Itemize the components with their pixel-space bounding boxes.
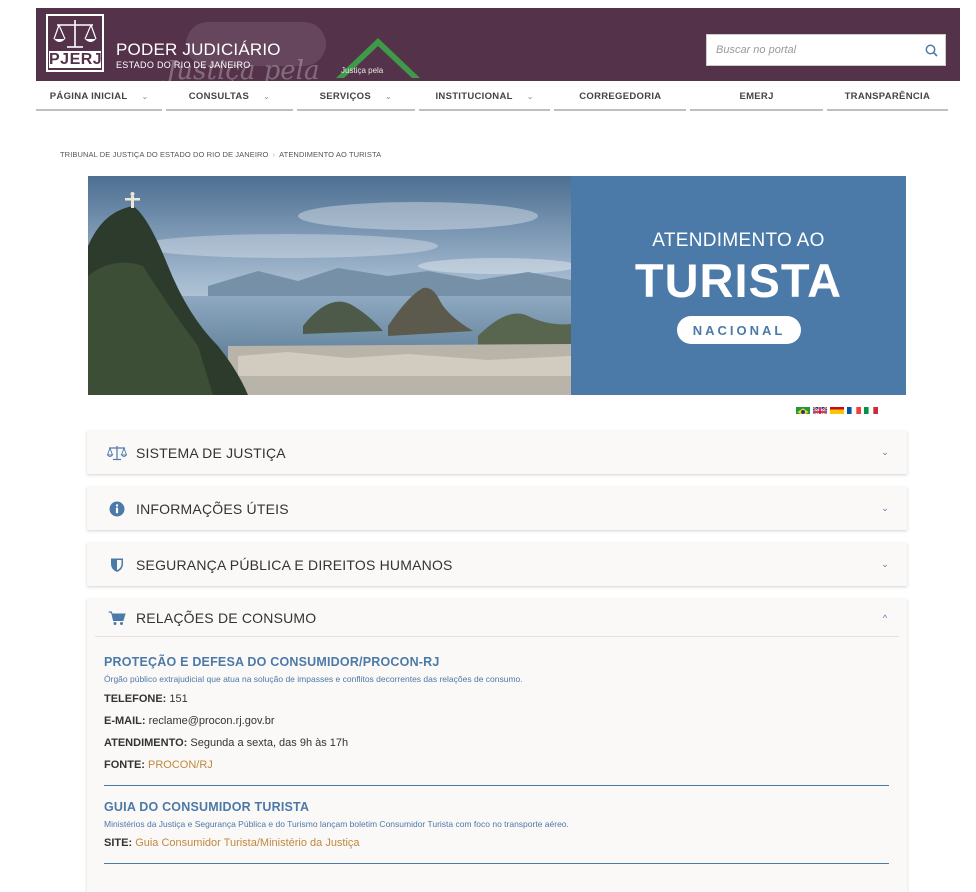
section-desc-guia: Ministérios da Justiça e Segurança Públi… — [104, 819, 569, 829]
nav-item-transparencia[interactable]: TRANSPARÊNCIA — [826, 83, 949, 111]
field-telefone: TELEFONE: 151 — [104, 693, 889, 705]
field-label: ATENDIMENTO: — [104, 737, 188, 749]
site-header: Justiça pela Justiça pela PJERJ PODER JU… — [36, 8, 960, 81]
banner-pill-nacional: NACIONAL — [677, 316, 801, 344]
accordion-title: RELAÇÕES DE CONSUMO — [136, 609, 317, 626]
field-value: reclame@procon.rj.gov.br — [148, 715, 275, 727]
nav-item-corregedoria[interactable]: CORREGEDORIA — [554, 83, 687, 111]
accordion-title: SISTEMA DE JUSTIÇA — [136, 444, 286, 461]
nav-item-label: EMERJ — [739, 90, 774, 102]
scales-icon — [107, 443, 127, 463]
breadcrumb-separator: › — [272, 150, 276, 159]
nav-item-label: TRANSPARÊNCIA — [844, 90, 931, 102]
field-label: TELEFONE: — [104, 693, 167, 705]
accordion-header[interactable]: RELAÇÕES DE CONSUMO ^ — [95, 599, 899, 637]
field-value: Segunda a sexta, das 9h às 17h — [190, 737, 349, 749]
section-divider — [104, 785, 889, 786]
breadcrumb-item-tjerj[interactable]: TRIBUNAL DE JUSTIÇA DO ESTADO DO RIO DE … — [60, 150, 268, 159]
accordion-body: PROTEÇÃO E DEFESA DO CONSUMIDOR/PROCON-R… — [87, 637, 907, 864]
accordion-seguranca-publica: SEGURANÇA PÚBLICA E DIREITOS HUMANOS ⌄ — [87, 543, 907, 586]
breadcrumb-item-current: ATENDIMENTO AO TURISTA — [279, 150, 382, 159]
search-icon[interactable] — [917, 36, 945, 64]
search-box — [706, 34, 946, 66]
chevron-down-icon: ⌄ — [526, 91, 534, 101]
chevron-down-icon: ⌄ — [881, 559, 889, 569]
hero-banner: ATENDIMENTO AO TURISTA NACIONAL — [88, 176, 906, 395]
accordion-title: SEGURANÇA PÚBLICA E DIREITOS HUMANOS — [136, 556, 453, 573]
nav-item-label: SERVIÇOS — [319, 90, 371, 102]
header-decoration-caption: Justiça pela — [341, 66, 384, 75]
pjerj-logo[interactable]: PJERJ — [46, 14, 104, 72]
field-site: SITE: Guia Consumidor Turista/Ministério… — [104, 837, 889, 849]
banner-line2: TURISTA — [634, 254, 843, 307]
field-label: E-MAIL: — [104, 715, 146, 727]
scales-logo-icon — [53, 20, 97, 48]
search-input[interactable] — [707, 36, 917, 64]
chevron-down-icon: ⌄ — [141, 91, 149, 101]
italy-flag-icon[interactable] — [864, 404, 878, 414]
nav-item-consultas[interactable]: CONSULTAS ⌄ — [166, 83, 293, 111]
chevron-down-icon: ⌄ — [263, 91, 271, 101]
france-flag-icon[interactable] — [847, 404, 861, 414]
field-label: SITE: — [104, 837, 133, 849]
section-title-guia: GUIA DO CONSUMIDOR TURISTA — [104, 800, 310, 814]
breadcrumb: TRIBUNAL DE JUSTIÇA DO ESTADO DO RIO DE … — [60, 150, 381, 159]
accordion-header[interactable]: INFORMAÇÕES ÚTEIS ⌄ — [87, 487, 907, 530]
main-nav: PÁGINA INICIAL ⌄ CONSULTAS ⌄ SERVIÇOS ⌄ … — [36, 83, 949, 113]
accordion-header[interactable]: SISTEMA DE JUSTIÇA ⌄ — [87, 431, 907, 474]
language-flags — [796, 404, 878, 414]
nav-item-pagina-inicial[interactable]: PÁGINA INICIAL ⌄ — [36, 83, 163, 111]
fonte-link[interactable]: PROCON/RJ — [148, 759, 213, 771]
chevron-down-icon: ⌄ — [384, 91, 392, 101]
brand-title: PODER JUDICIÁRIO — [116, 40, 281, 59]
chevron-up-icon: ^ — [882, 612, 888, 623]
field-fonte: FONTE: PROCON/RJ — [104, 759, 889, 771]
accordion-informacoes-uteis: INFORMAÇÕES ÚTEIS ⌄ — [87, 487, 907, 530]
field-label: FONTE: — [104, 759, 145, 771]
site-link[interactable]: Guia Consumidor Turista/Ministério da Ju… — [135, 837, 359, 849]
brand-subtitle: ESTADO DO RIO DE JANEIRO — [116, 60, 251, 70]
banner-title-panel: ATENDIMENTO AO TURISTA NACIONAL — [571, 176, 906, 395]
nav-item-label: PÁGINA INICIAL — [49, 90, 128, 102]
section-desc-procon: Órgão público extrajudicial que atua na … — [104, 674, 523, 684]
nav-item-label: INSTITUCIONAL — [435, 90, 513, 102]
field-atendimento: ATENDIMENTO: Segunda a sexta, das 9h às … — [104, 737, 889, 749]
field-email: E-MAIL: reclame@procon.rj.gov.br — [104, 715, 889, 727]
nav-item-label: CORREGEDORIA — [579, 90, 662, 102]
accordion-relacoes-de-consumo: RELAÇÕES DE CONSUMO ^ PROTEÇÃO E DEFESA … — [87, 599, 907, 892]
accordion-sistema-de-justica: SISTEMA DE JUSTIÇA ⌄ — [87, 431, 907, 474]
brazil-flag-icon[interactable] — [796, 404, 810, 414]
accordion-title: INFORMAÇÕES ÚTEIS — [136, 500, 289, 517]
spain-flag-icon[interactable] — [830, 404, 844, 414]
section-title-procon: PROTEÇÃO E DEFESA DO CONSUMIDOR/PROCON-R… — [104, 655, 440, 669]
nav-item-label: CONSULTAS — [188, 90, 250, 102]
nav-item-institucional[interactable]: INSTITUCIONAL ⌄ — [419, 83, 551, 111]
rio-landscape-image — [88, 176, 571, 395]
logo-text: PJERJ — [49, 51, 103, 68]
nav-item-servicos[interactable]: SERVIÇOS ⌄ — [296, 83, 415, 111]
banner-line1: ATENDIMENTO AO — [652, 230, 825, 251]
chevron-down-icon: ⌄ — [881, 447, 889, 457]
field-value: 151 — [169, 693, 188, 705]
uk-flag-icon[interactable] — [813, 404, 827, 414]
info-icon — [107, 499, 127, 519]
chevron-down-icon: ⌄ — [881, 503, 889, 513]
nav-item-emerj[interactable]: EMERJ — [690, 83, 823, 111]
accordion-header[interactable]: SEGURANÇA PÚBLICA E DIREITOS HUMANOS ⌄ — [87, 543, 907, 586]
cart-icon — [107, 608, 127, 628]
section-divider — [104, 863, 889, 864]
shield-icon — [107, 555, 127, 575]
